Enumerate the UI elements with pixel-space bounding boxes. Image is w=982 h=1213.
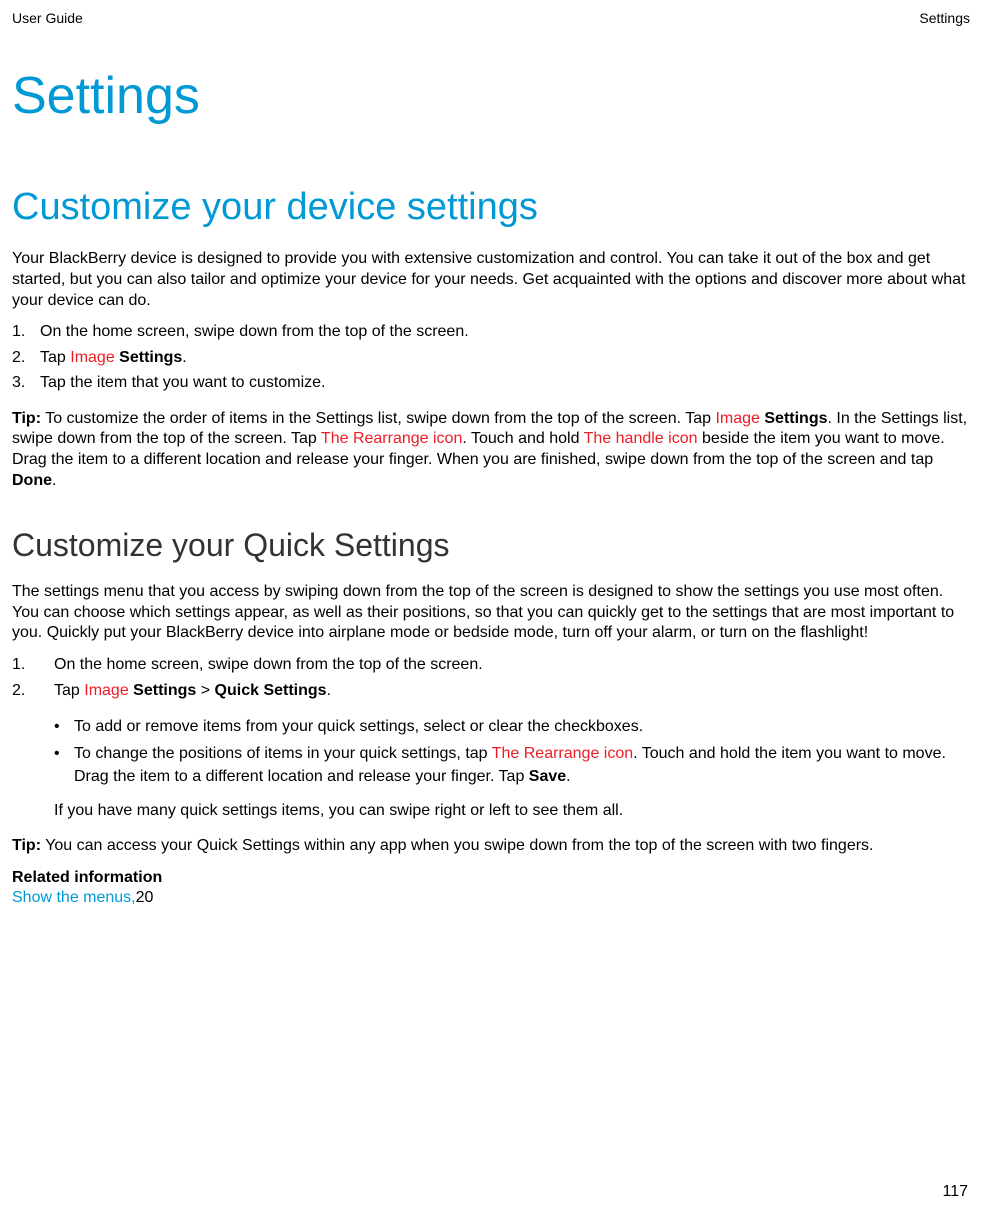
text-fragment: Tap: [40, 349, 70, 366]
step-text: Tap Image Settings.: [40, 347, 970, 369]
bullet-list: • To add or remove items from your quick…: [12, 716, 970, 788]
related-info-line: Show the menus,20: [12, 889, 970, 907]
step-3: 3. Tap the item that you want to customi…: [12, 372, 970, 394]
text-fragment: .: [327, 682, 331, 699]
image-placeholder: Image: [70, 349, 114, 366]
text-fragment: To change the positions of items in your…: [74, 745, 492, 762]
text-fragment: >: [196, 682, 214, 699]
bullet-marker: •: [12, 716, 74, 738]
related-info-heading: Related information: [12, 869, 970, 887]
text-fragment: .: [566, 768, 570, 785]
step-number: 2.: [12, 347, 40, 369]
page-number: 117: [942, 1183, 968, 1201]
related-page-ref: 20: [136, 889, 154, 906]
step-text: On the home screen, swipe down from the …: [40, 321, 970, 343]
text-fragment: .: [182, 349, 186, 366]
tip-paragraph: Tip: To customize the order of items in …: [12, 409, 970, 492]
intro-paragraph-2: The settings menu that you access by swi…: [12, 582, 970, 644]
header-left: User Guide: [12, 10, 83, 26]
intro-paragraph: Your BlackBerry device is designed to pr…: [12, 249, 970, 311]
save-label: Save: [529, 768, 566, 785]
step-2: 2. Tap Image Settings > Quick Settings.: [12, 680, 970, 702]
text-fragment: .: [52, 472, 56, 489]
bullet-item-1: • To add or remove items from your quick…: [12, 716, 970, 738]
text-fragment: You can access your Quick Settings withi…: [41, 837, 873, 854]
bullet-text: To add or remove items from your quick s…: [74, 716, 970, 738]
step-1: 1. On the home screen, swipe down from t…: [12, 654, 970, 676]
tip-label: Tip:: [12, 837, 41, 854]
step-text: On the home screen, swipe down from the …: [54, 654, 970, 676]
steps-list-1: 1. On the home screen, swipe down from t…: [12, 321, 970, 394]
step-text: Tap the item that you want to customize.: [40, 372, 970, 394]
text-fragment: . Touch and hold: [462, 430, 583, 447]
step-number: 1.: [12, 654, 54, 676]
page-title: Settings: [12, 66, 970, 126]
bullet-item-2: • To change the positions of items in yo…: [12, 743, 970, 788]
settings-label: Settings: [764, 410, 827, 427]
steps-list-2: 1. On the home screen, swipe down from t…: [12, 654, 970, 702]
text-fragment: Tap: [54, 682, 84, 699]
handle-icon-ref: The handle icon: [584, 430, 698, 447]
page-header: User Guide Settings: [12, 10, 970, 26]
step-text: Tap Image Settings > Quick Settings.: [54, 680, 970, 702]
section-heading-customize-device: Customize your device settings: [12, 186, 970, 229]
settings-label: Settings: [133, 682, 196, 699]
step-number: 3.: [12, 372, 40, 394]
text-fragment: To customize the order of items in the S…: [41, 410, 715, 427]
rearrange-icon-ref: The Rearrange icon: [492, 745, 633, 762]
settings-label: Settings: [119, 349, 182, 366]
image-placeholder: Image: [715, 410, 759, 427]
rearrange-icon-ref: The Rearrange icon: [321, 430, 462, 447]
quick-settings-label: Quick Settings: [215, 682, 327, 699]
header-right: Settings: [919, 10, 970, 26]
tip-label: Tip:: [12, 410, 41, 427]
section-heading-quick-settings: Customize your Quick Settings: [12, 527, 970, 564]
image-placeholder: Image: [84, 682, 128, 699]
tip-paragraph-2: Tip: You can access your Quick Settings …: [12, 836, 970, 857]
step-1: 1. On the home screen, swipe down from t…: [12, 321, 970, 343]
step-number: 1.: [12, 321, 40, 343]
done-label: Done: [12, 472, 52, 489]
step-2: 2. Tap Image Settings.: [12, 347, 970, 369]
step-number: 2.: [12, 680, 54, 702]
bullet-marker: •: [12, 743, 74, 788]
note-paragraph: If you have many quick settings items, y…: [54, 800, 970, 822]
bullet-text: To change the positions of items in your…: [74, 743, 970, 788]
related-link[interactable]: Show the menus,: [12, 889, 136, 906]
